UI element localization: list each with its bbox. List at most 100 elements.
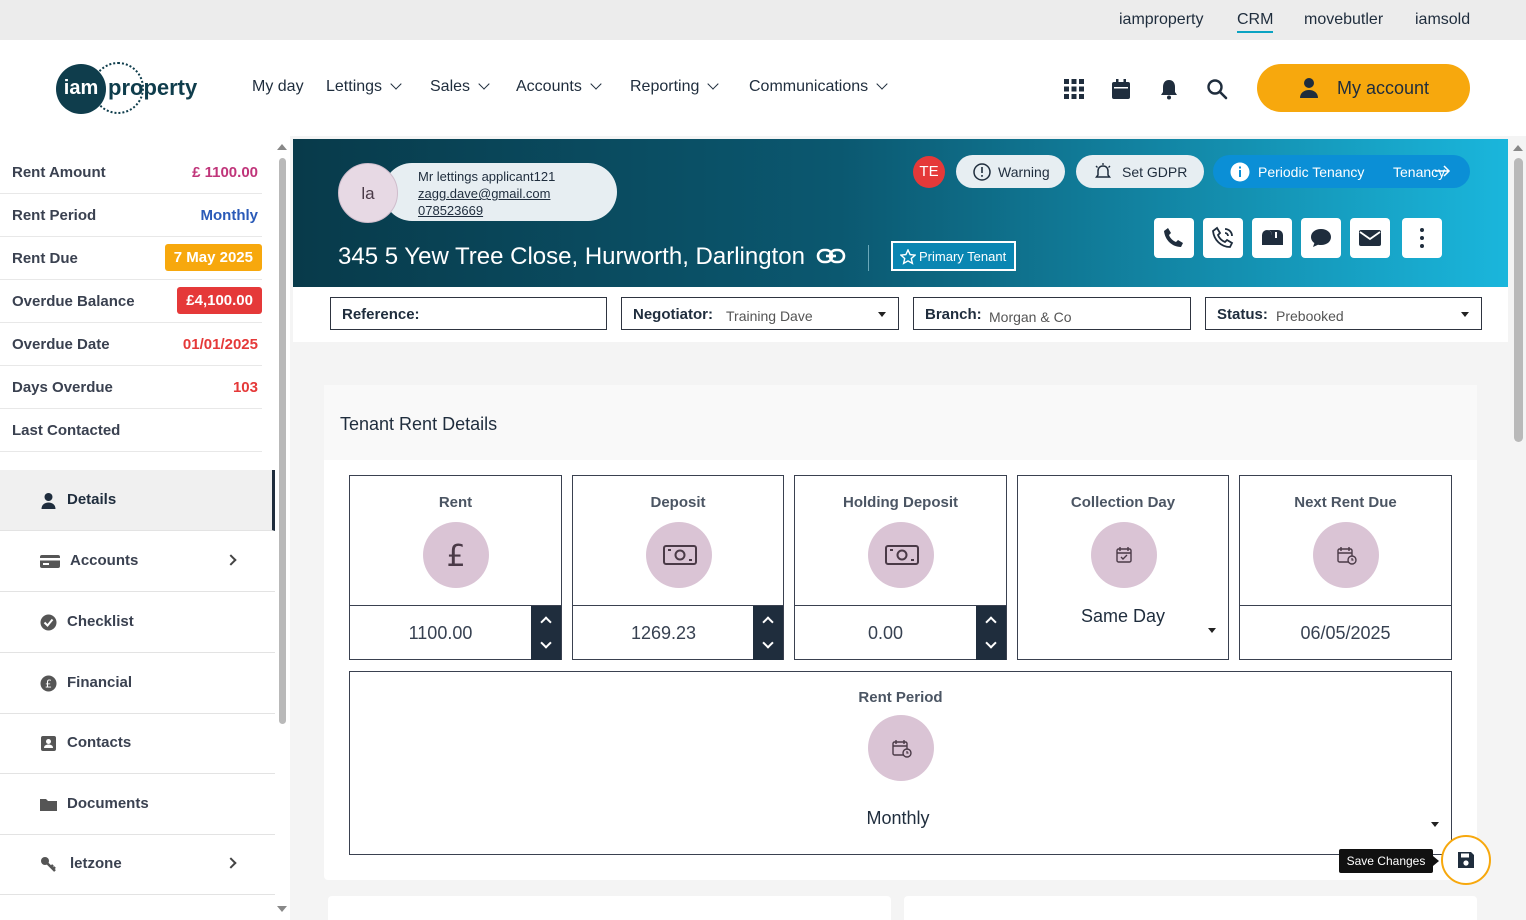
tenant-email-link[interactable]: zagg.dave@gmail.com bbox=[418, 185, 617, 202]
next-rent-due-tile: Next Rent Due 06/05/2025 bbox=[1239, 475, 1452, 660]
sidebar-item-label: Financial bbox=[67, 674, 133, 691]
rent-period-tile[interactable]: Rent Period Monthly bbox=[349, 671, 1452, 855]
calendar-icon[interactable] bbox=[1110, 78, 1132, 100]
phone-icon bbox=[1164, 228, 1183, 247]
scroll-up-arrow-icon[interactable] bbox=[277, 144, 287, 150]
search-icon[interactable] bbox=[1206, 78, 1228, 100]
tenancy-chip[interactable]: Periodic Tenancy Tenancy bbox=[1213, 155, 1470, 188]
status-select[interactable]: Status: Prebooked bbox=[1205, 297, 1482, 330]
call-log-button[interactable] bbox=[1203, 218, 1243, 258]
nav-sales[interactable]: Sales bbox=[430, 78, 490, 96]
key-icon bbox=[41, 857, 56, 872]
sidebar-item-accounts[interactable]: Accounts bbox=[0, 531, 275, 592]
next-card-right bbox=[904, 896, 1477, 920]
nav-label: My day bbox=[252, 78, 304, 95]
holding-deposit-input[interactable]: 0.00 bbox=[795, 605, 1006, 660]
warning-button[interactable]: Warning bbox=[956, 155, 1065, 188]
deposit-stepper[interactable] bbox=[753, 606, 783, 660]
deposit-icon-circle bbox=[646, 522, 712, 588]
bell-icon[interactable] bbox=[1158, 78, 1180, 100]
calendar-clock-icon bbox=[1337, 547, 1357, 565]
scroll-down-arrow-icon[interactable] bbox=[277, 906, 287, 912]
user-initials-badge[interactable]: TE bbox=[913, 156, 945, 188]
sidebar-item-details[interactable]: Details bbox=[0, 470, 275, 531]
summary-label: Overdue Balance bbox=[12, 293, 135, 310]
card-icon bbox=[40, 555, 60, 568]
increment-icon[interactable] bbox=[762, 616, 774, 628]
deposit-input[interactable]: 1269.23 bbox=[573, 605, 783, 660]
sidebar-scroll-thumb[interactable] bbox=[279, 158, 286, 724]
sidebar-item-documents[interactable]: Documents bbox=[0, 774, 275, 835]
decrement-icon[interactable] bbox=[985, 637, 997, 649]
tenant-name: Mr lettings applicant121 bbox=[418, 169, 556, 184]
cash-icon bbox=[663, 545, 697, 565]
negotiator-select[interactable]: Negotiator: Training Dave bbox=[621, 297, 899, 330]
contact-card: Mr lettings applicant121 zagg.dave@gmail… bbox=[383, 163, 617, 221]
increment-icon[interactable] bbox=[985, 616, 997, 628]
save-changes-tooltip: Save Changes bbox=[1339, 849, 1439, 873]
summary-label: Rent Period bbox=[12, 207, 97, 224]
message-button[interactable] bbox=[1301, 218, 1341, 258]
property-address: 345 5 Yew Tree Close, Hurworth, Darlingt… bbox=[338, 243, 805, 270]
email-button[interactable] bbox=[1350, 218, 1390, 258]
nav-label: Lettings bbox=[326, 78, 383, 95]
my-account-button[interactable]: My account bbox=[1257, 64, 1470, 112]
nav-communications[interactable]: Communications bbox=[749, 78, 888, 96]
reference-field[interactable]: Reference: bbox=[330, 297, 607, 330]
main-scroll-thumb[interactable] bbox=[1514, 158, 1523, 442]
sidebar-item-contacts[interactable]: Contacts bbox=[0, 713, 275, 774]
rent-input[interactable]: 1100.00 bbox=[350, 605, 561, 660]
primary-tenant-button[interactable]: Primary Tenant bbox=[891, 241, 1016, 271]
nav-lettings[interactable]: Lettings bbox=[326, 78, 402, 96]
mailbox-icon bbox=[1262, 230, 1283, 245]
next-rent-due-label: Next Rent Due bbox=[1294, 494, 1397, 511]
logo[interactable]: iam property bbox=[56, 62, 206, 114]
apps-grid-icon[interactable] bbox=[1063, 78, 1085, 100]
increment-icon[interactable] bbox=[540, 616, 552, 628]
nav-my-day[interactable]: My day bbox=[252, 78, 304, 96]
dropdown-arrow-icon bbox=[1461, 312, 1469, 317]
more-options-button[interactable] bbox=[1402, 218, 1442, 258]
collection-icon-circle bbox=[1091, 522, 1157, 588]
decrement-icon[interactable] bbox=[540, 637, 552, 649]
primary-tenant-label: Primary Tenant bbox=[919, 249, 1007, 264]
tenant-phone-link[interactable]: 078523669 bbox=[418, 202, 617, 219]
nav-accounts[interactable]: Accounts bbox=[516, 78, 602, 96]
pound-icon: £ bbox=[446, 539, 465, 571]
decrement-icon[interactable] bbox=[762, 637, 774, 649]
sidebar-item-letzone[interactable]: letzone bbox=[0, 834, 275, 895]
top-link-iamsold[interactable]: iamsold bbox=[1415, 11, 1470, 29]
nav-reporting[interactable]: Reporting bbox=[630, 78, 720, 96]
collection-day-tile[interactable]: Collection Day Same Day bbox=[1017, 475, 1229, 660]
set-gdpr-button[interactable]: Set GDPR bbox=[1076, 155, 1204, 188]
next-rent-due-input[interactable]: 06/05/2025 bbox=[1240, 605, 1451, 660]
top-link-crm[interactable]: CRM bbox=[1237, 11, 1274, 33]
holding-deposit-stepper[interactable] bbox=[976, 606, 1006, 660]
top-link-movebutler[interactable]: movebutler bbox=[1304, 11, 1383, 29]
call-button[interactable] bbox=[1154, 218, 1194, 258]
branch-field[interactable]: Branch: Morgan & Co bbox=[913, 297, 1191, 330]
divider bbox=[868, 245, 869, 271]
rent-stepper[interactable] bbox=[531, 606, 561, 660]
rent-period-select[interactable]: Monthly bbox=[350, 808, 1446, 829]
sidebar-item-next[interactable] bbox=[0, 895, 275, 920]
save-changes-button[interactable] bbox=[1441, 835, 1491, 885]
person-icon bbox=[41, 493, 56, 509]
sidebar-item-financial[interactable]: £ Financial bbox=[0, 653, 275, 714]
dropdown-arrow-icon bbox=[1208, 628, 1216, 633]
check-circle-icon bbox=[40, 614, 57, 631]
rent-due-badge: 7 May 2025 bbox=[164, 244, 262, 271]
summary-last-contacted: Last Contacted bbox=[0, 409, 262, 452]
scroll-up-arrow-icon[interactable] bbox=[1513, 145, 1523, 151]
sidebar-item-checklist[interactable]: Checklist bbox=[0, 592, 275, 653]
collection-day-select[interactable]: Same Day bbox=[1018, 606, 1228, 627]
link-icon[interactable] bbox=[816, 246, 846, 266]
warning-label: Warning bbox=[998, 164, 1050, 180]
holding-deposit-label: Holding Deposit bbox=[843, 494, 958, 511]
mailbox-button[interactable] bbox=[1252, 218, 1292, 258]
summary-rent-amount: Rent Amount £ 1100.00 bbox=[0, 151, 262, 194]
holding-deposit-tile: Holding Deposit 0.00 bbox=[794, 475, 1007, 660]
top-link-iamproperty[interactable]: iamproperty bbox=[1119, 11, 1203, 29]
status-label: Status: bbox=[1217, 306, 1268, 323]
rent-period-label: Rent Period bbox=[858, 689, 943, 706]
